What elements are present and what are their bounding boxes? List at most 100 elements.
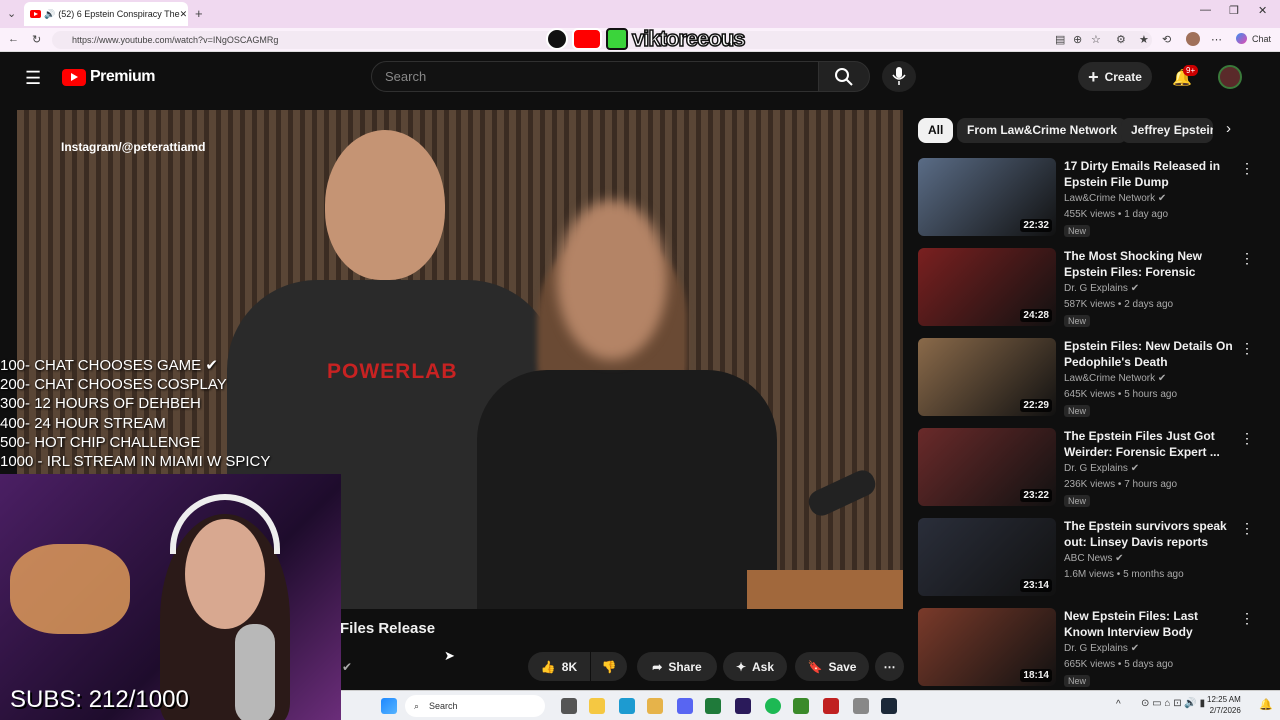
clock-time: 12:25 AM xyxy=(1207,695,1241,704)
share-label: Share xyxy=(668,659,702,674)
search-input[interactable]: Search xyxy=(371,61,819,92)
recommendation-title[interactable]: The Epstein Files Just Got Weirder: Fore… xyxy=(1064,428,1234,460)
close-tab-icon[interactable]: ✕ xyxy=(180,9,188,20)
subs-counter: SUBS: 212/1000 xyxy=(10,686,189,713)
recommendation-item[interactable]: 23:14 The Epstein survivors speak out: Li… xyxy=(918,518,1263,600)
windows-start-icon[interactable] xyxy=(381,698,397,714)
steam-icon[interactable] xyxy=(881,698,897,714)
taskbar: ⌕ Search ^ ⊙ ▭ ⌂ ⊡ 🔊 ▮ 12:25 AM 2/7/2026… xyxy=(341,690,1280,720)
channel-name[interactable]: Dr. G Explains ✔ xyxy=(1064,643,1139,654)
discord-icon[interactable] xyxy=(677,698,693,714)
reload-icon[interactable]: ↻ xyxy=(32,33,41,46)
dislike-button[interactable]: 👎 xyxy=(591,652,627,681)
recommendation-item[interactable]: 18:14 New Epstein Files: Last Known Inter… xyxy=(918,608,1263,690)
chat-label[interactable]: Chat xyxy=(1252,34,1271,44)
chip-all[interactable]: All xyxy=(918,118,954,143)
like-count: 8K xyxy=(561,659,578,674)
channel-name[interactable]: Law&Crime Network ✔ xyxy=(1064,373,1166,384)
voice-search-button[interactable] xyxy=(882,61,916,92)
recommendation-title[interactable]: Epstein Files: New Details On Pedophile'… xyxy=(1064,338,1234,370)
recommendation-title[interactable]: New Epstein Files: Last Known Interview … xyxy=(1064,608,1234,642)
settings-icon[interactable] xyxy=(853,698,869,714)
chips-next-icon[interactable]: › xyxy=(1226,120,1231,137)
recommendation-title[interactable]: The Most Shocking New Epstein Files: For… xyxy=(1064,248,1234,282)
notifications-badge: 9+ xyxy=(1183,65,1199,76)
tab-menu-icon[interactable]: ⌄ xyxy=(7,7,16,20)
more-options-icon[interactable]: ⋮ xyxy=(1240,430,1254,447)
youtube-logo-icon xyxy=(572,28,602,50)
minecraft-icon[interactable] xyxy=(793,698,809,714)
recommendation-title[interactable]: The Epstein survivors speak out: Linsey … xyxy=(1064,518,1234,550)
video-thumbnail[interactable]: 24:28 xyxy=(918,248,1056,326)
tray-expand-icon[interactable]: ^ xyxy=(1116,699,1121,710)
recommendation-item[interactable]: 22:32 17 Dirty Emails Released in Epstein… xyxy=(918,158,1263,240)
video-thumbnail[interactable]: 22:32 xyxy=(918,158,1056,236)
plush-toys xyxy=(10,544,130,634)
mouse-cursor-icon: ➤ xyxy=(444,648,455,663)
recommendation-title[interactable]: 17 Dirty Emails Released in Epstein File… xyxy=(1064,158,1234,190)
back-icon[interactable]: ← xyxy=(8,33,19,45)
more-options-icon[interactable]: ⋮ xyxy=(1240,160,1254,177)
more-menu-icon[interactable]: ⋯ xyxy=(1211,33,1222,46)
podcast-mic xyxy=(804,466,880,520)
webcam-overlay xyxy=(0,474,341,720)
goal-item: 400- 24 HOUR STREAM xyxy=(0,414,166,432)
premiere-icon[interactable] xyxy=(735,698,751,714)
bookmark-icon: 🔖 xyxy=(807,659,823,674)
history-icon[interactable]: ⟲ xyxy=(1162,33,1171,46)
minimize-icon[interactable]: — xyxy=(1200,4,1211,16)
taskbar-clock[interactable]: 12:25 AM 2/7/2026 xyxy=(1207,694,1241,716)
video-thumbnail[interactable]: 23:14 xyxy=(918,518,1056,596)
video-thumbnail[interactable]: 22:29 xyxy=(918,338,1056,416)
recommendation-item[interactable]: 23:22 The Epstein Files Just Got Weirder:… xyxy=(918,428,1263,510)
channel-name[interactable]: Dr. G Explains ✔ xyxy=(1064,283,1139,294)
edge-icon[interactable] xyxy=(619,698,635,714)
channel-name[interactable]: ABC News ✔ xyxy=(1064,553,1124,564)
file-explorer-icon[interactable] xyxy=(589,698,605,714)
favorites-bar-icon[interactable]: ★ xyxy=(1139,33,1149,46)
more-options-icon[interactable]: ⋮ xyxy=(1240,340,1254,357)
more-options-icon[interactable]: ⋮ xyxy=(1240,610,1254,627)
spotify-icon[interactable] xyxy=(765,698,781,714)
notification-center-icon[interactable]: 🔔 xyxy=(1259,698,1273,711)
share-button[interactable]: ➦ Share xyxy=(637,652,717,681)
close-window-icon[interactable]: ✕ xyxy=(1258,4,1267,17)
video-thumbnail[interactable]: 18:14 xyxy=(918,608,1056,686)
store-icon[interactable] xyxy=(647,698,663,714)
channel-name[interactable]: Dr. G Explains ✔ xyxy=(1064,463,1139,474)
reader-icon[interactable]: ▤ xyxy=(1055,33,1065,46)
video-thumbnail[interactable]: 23:22 xyxy=(918,428,1056,506)
chip-topic[interactable]: Jeffrey Epstein xyxy=(1121,118,1213,143)
chip-from-channel[interactable]: From Law&Crime Network xyxy=(957,118,1128,143)
hamburger-menu-icon[interactable]: ☰ xyxy=(25,68,41,89)
tray-icons[interactable]: ⊙ ▭ ⌂ ⊡ 🔊 ▮ xyxy=(1141,698,1205,709)
more-actions-button[interactable]: ⋯ xyxy=(875,652,904,681)
save-button[interactable]: 🔖 Save xyxy=(795,652,869,681)
ask-button[interactable]: ✦ Ask xyxy=(723,652,787,681)
obs-icon[interactable] xyxy=(823,698,839,714)
like-button[interactable]: 👍 8K xyxy=(528,652,590,681)
browser-tab[interactable]: 🔊 (52) 6 Epstein Conspiracy The ✕ xyxy=(24,2,188,26)
extensions-icon[interactable]: ⚙ xyxy=(1116,33,1126,46)
more-options-icon[interactable]: ⋮ xyxy=(1240,250,1254,267)
maximize-icon[interactable]: ❐ xyxy=(1229,4,1239,17)
create-button[interactable]: + Create xyxy=(1078,62,1152,91)
search-button[interactable] xyxy=(818,61,870,92)
excel-icon[interactable] xyxy=(705,698,721,714)
task-view-icon[interactable] xyxy=(561,698,577,714)
account-avatar[interactable] xyxy=(1218,65,1242,89)
taskbar-search[interactable]: ⌕ Search xyxy=(405,695,545,717)
recommendation-item[interactable]: 22:29 Epstein Files: New Details On Pedop… xyxy=(918,338,1263,420)
video-meta: 587K views • 2 days ago xyxy=(1064,299,1174,310)
channel-label: Law&Crime Network xyxy=(1064,373,1156,384)
new-tab-icon[interactable]: + xyxy=(195,6,203,21)
kick-icon xyxy=(606,28,628,50)
channel-name[interactable]: Law&Crime Network ✔ xyxy=(1064,193,1166,204)
profile-avatar[interactable] xyxy=(1186,32,1200,46)
zoom-icon[interactable]: ⊕ xyxy=(1073,33,1082,46)
more-options-icon[interactable]: ⋮ xyxy=(1240,520,1254,537)
youtube-premium-logo[interactable]: Premium xyxy=(62,68,155,86)
recommendation-item[interactable]: 24:28 The Most Shocking New Epstein Files… xyxy=(918,248,1263,330)
copilot-icon[interactable] xyxy=(1236,33,1247,44)
favorite-icon[interactable]: ☆ xyxy=(1091,33,1101,46)
